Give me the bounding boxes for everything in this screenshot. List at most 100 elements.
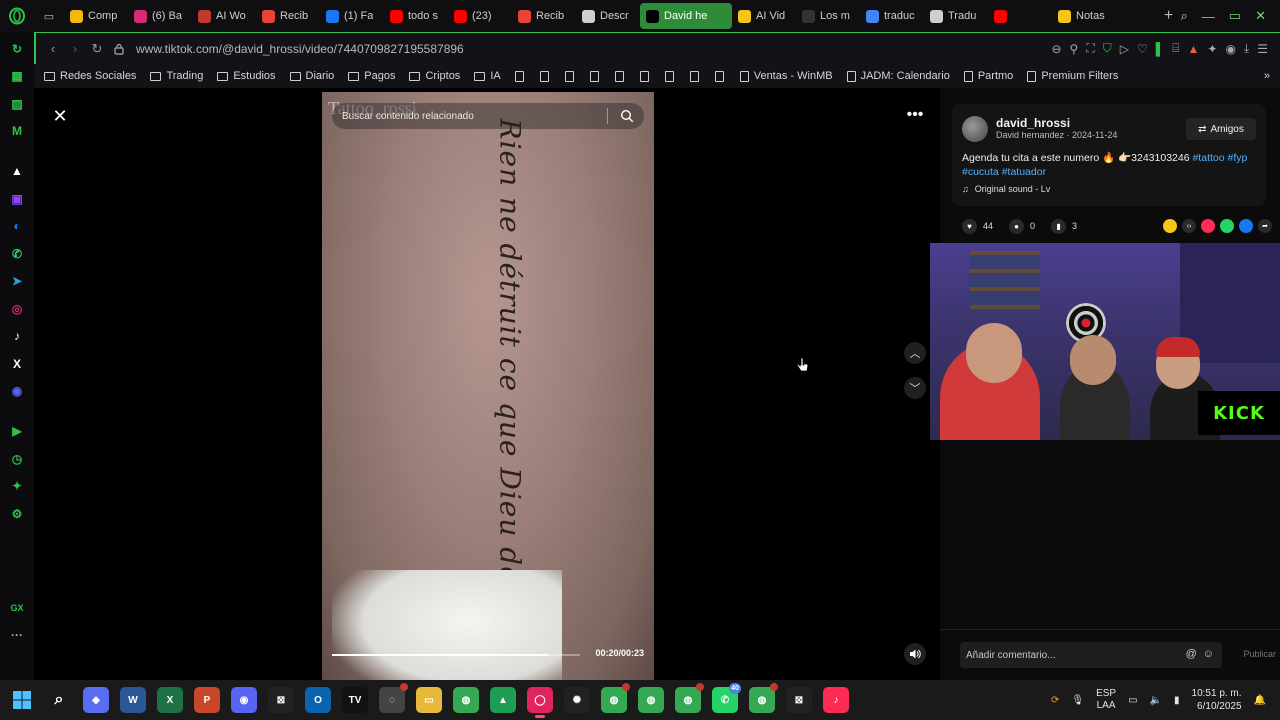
bookmark-item[interactable]: Partmo bbox=[963, 70, 1013, 82]
tab-8[interactable]: Descr bbox=[576, 3, 640, 29]
drive-icon[interactable]: ▲ bbox=[490, 687, 516, 713]
new-tab-button[interactable]: + bbox=[1157, 3, 1181, 29]
assistant-icon[interactable]: ↻ bbox=[6, 38, 28, 60]
bookmark-item[interactable] bbox=[614, 70, 624, 82]
like-button[interactable]: ♥ 44 bbox=[962, 218, 993, 234]
tab-7[interactable]: Recib bbox=[512, 3, 576, 29]
bookmark-item[interactable] bbox=[589, 70, 599, 82]
kick-stream-pip[interactable]: KICK bbox=[930, 243, 1280, 440]
clock[interactable]: 10:51 p. m. 6/10/2025 bbox=[1192, 687, 1242, 713]
close-video-button[interactable]: ✕ bbox=[48, 104, 72, 128]
crypto-wallet-icon[interactable]: ▨ bbox=[6, 93, 28, 115]
excel-icon[interactable]: X bbox=[157, 687, 183, 713]
settings-icon[interactable]: ⚙ bbox=[6, 503, 28, 525]
messenger-icon[interactable]: ◐ bbox=[6, 215, 28, 237]
display-icon[interactable]: ▭ bbox=[1128, 695, 1137, 706]
hashtag-link[interactable]: #fyp bbox=[1228, 152, 1248, 164]
tab-2[interactable]: AI Wo bbox=[192, 3, 256, 29]
tab-3[interactable]: Recib bbox=[256, 3, 320, 29]
pin-icon[interactable]: ⚲ bbox=[1070, 42, 1079, 56]
aria-icon[interactable]: ▲ bbox=[6, 160, 28, 182]
outlook-icon[interactable]: O bbox=[305, 687, 331, 713]
whatsapp-icon[interactable] bbox=[1220, 219, 1234, 233]
maximize-button[interactable]: ▭ bbox=[1229, 8, 1241, 24]
sidebar-more-icon[interactable]: ··· bbox=[6, 624, 28, 646]
previous-video-button[interactable]: ︿ bbox=[904, 342, 926, 364]
next-video-button[interactable]: ﹀ bbox=[904, 377, 926, 399]
extensions-icon[interactable]: ✦ bbox=[6, 475, 28, 497]
tab-manager-icon[interactable]: ▭ bbox=[34, 0, 64, 32]
minimize-button[interactable]: — bbox=[1202, 9, 1215, 24]
tab-11[interactable]: Los m bbox=[796, 3, 860, 29]
comment-input[interactable]: Añadir comentario... @ ☺ bbox=[960, 642, 1222, 668]
code-icon[interactable]: ⌸ bbox=[1172, 41, 1179, 56]
search-tabs-icon[interactable]: ⌕ bbox=[1181, 8, 1188, 24]
bookmark-item[interactable] bbox=[514, 70, 524, 82]
tab-4[interactable]: (1) Fa bbox=[320, 3, 384, 29]
mention-icon[interactable]: @ bbox=[1186, 648, 1197, 660]
share-arrow-icon[interactable]: ➦ bbox=[1258, 219, 1272, 233]
more-options-icon[interactable]: ••• bbox=[902, 106, 928, 124]
gx-control-icon[interactable]: ▌ bbox=[1156, 42, 1165, 56]
bookmark-item[interactable]: Criptos bbox=[409, 70, 460, 82]
tab-0[interactable]: Comp bbox=[64, 3, 128, 29]
author-username[interactable]: david_hrossi bbox=[996, 116, 1070, 130]
chrome-icon[interactable]: ◍ bbox=[453, 687, 479, 713]
related-search-box[interactable]: Buscar contenido relacionado bbox=[332, 103, 644, 129]
sync-icon[interactable]: ⟳ bbox=[1051, 695, 1059, 706]
video-progress-bar[interactable] bbox=[332, 654, 580, 656]
profile-icon[interactable]: ◉ bbox=[1225, 42, 1235, 56]
avatar[interactable] bbox=[962, 116, 988, 142]
publish-button[interactable]: Publicar bbox=[1243, 649, 1276, 659]
tab-15[interactable]: Notas bbox=[1052, 3, 1116, 29]
file-explorer-icon[interactable]: ▭ bbox=[416, 687, 442, 713]
sound-link[interactable]: ♫ Original sound - Lv bbox=[962, 184, 1050, 194]
history-icon[interactable]: ◷ bbox=[6, 448, 28, 470]
opera-gx-logo-icon[interactable] bbox=[0, 0, 34, 32]
save-button[interactable]: ▮ 3 bbox=[1051, 218, 1077, 234]
coin-icon[interactable] bbox=[1163, 219, 1177, 233]
microphone-icon[interactable]: 🎙 bbox=[1071, 695, 1084, 706]
bookmark-item[interactable] bbox=[564, 70, 574, 82]
search-icon[interactable]: ⌕ bbox=[46, 687, 72, 713]
bookmark-item[interactable]: IA bbox=[474, 70, 501, 82]
twitch-icon[interactable]: ▣ bbox=[6, 188, 28, 210]
speaker-icon[interactable]: 🔈 bbox=[1150, 695, 1162, 706]
tab-12[interactable]: traduc bbox=[860, 3, 924, 29]
embed-icon[interactable]: ‹› bbox=[1182, 219, 1196, 233]
volume-icon[interactable] bbox=[904, 643, 926, 665]
tab-1[interactable]: (6) Ba bbox=[128, 3, 192, 29]
video-player[interactable]: Tattoo_rossi Buscar contenido relacionad… bbox=[322, 92, 654, 680]
comment-button[interactable]: ● 0 bbox=[1009, 218, 1035, 234]
url-field[interactable]: www.tiktok.com/@david_hrossi/video/74407… bbox=[136, 42, 1051, 56]
bookmark-item[interactable]: Diario bbox=[289, 70, 334, 82]
bookmark-item[interactable]: Ventas - WinMB bbox=[739, 70, 833, 82]
bookmarks-more-icon[interactable]: » bbox=[1264, 70, 1270, 82]
copilot-icon[interactable]: ◆ bbox=[83, 687, 109, 713]
chrome-profile-icon[interactable]: ◍ bbox=[749, 683, 778, 713]
powerpoint-icon[interactable]: P bbox=[194, 687, 220, 713]
bookmark-item[interactable] bbox=[539, 70, 549, 82]
player-icon[interactable]: ▶ bbox=[6, 420, 28, 442]
discord-icon[interactable]: ◉ bbox=[6, 380, 28, 402]
opera-gx-icon[interactable]: ◯ bbox=[527, 687, 553, 718]
bookmark-item[interactable] bbox=[714, 70, 724, 82]
fire-icon[interactable]: ▲ bbox=[1187, 42, 1199, 56]
notifications-icon[interactable]: 🔔 bbox=[1254, 695, 1266, 706]
flow-icon[interactable]: ▦ bbox=[6, 65, 28, 87]
chatgpt-icon[interactable]: ✺ bbox=[564, 687, 590, 713]
hashtag-link[interactable]: #cucuta bbox=[962, 166, 1002, 178]
friends-button[interactable]: ⇄ Amigos bbox=[1186, 118, 1256, 140]
tiktok-icon[interactable]: ♪ bbox=[823, 687, 849, 713]
telegram-icon[interactable]: ➤ bbox=[6, 270, 28, 292]
bookmark-item[interactable]: Redes Sociales bbox=[44, 70, 136, 82]
windows-start-icon[interactable] bbox=[0, 680, 44, 720]
capcut-icon[interactable]: ⊠ bbox=[786, 687, 812, 713]
capcut-icon[interactable]: ⊠ bbox=[268, 687, 294, 713]
tab-10[interactable]: AI Vid bbox=[732, 3, 796, 29]
bookmark-item[interactable] bbox=[664, 70, 674, 82]
tiktok-icon[interactable]: ♪ bbox=[6, 325, 28, 347]
bookmark-heart-icon[interactable]: ♡ bbox=[1137, 42, 1148, 56]
m-icon[interactable]: M bbox=[6, 120, 28, 142]
search-icon[interactable] bbox=[620, 109, 634, 123]
